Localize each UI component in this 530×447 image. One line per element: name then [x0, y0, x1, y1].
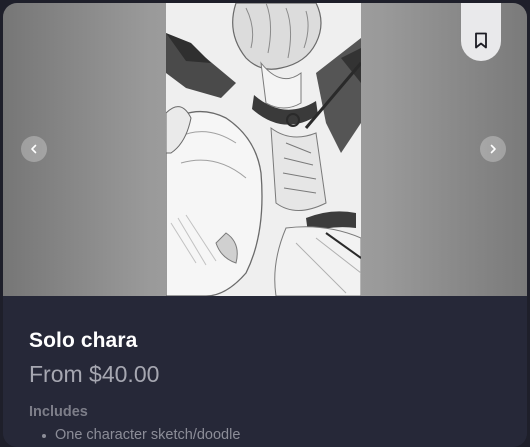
listing-card[interactable]: Solo chara From $40.00 Includes One char… — [3, 3, 527, 447]
bookmark-button[interactable] — [461, 3, 501, 61]
image-gallery — [3, 3, 527, 296]
sketch-illustration — [166, 3, 361, 296]
chevron-left-icon — [31, 144, 37, 154]
includes-item: One character sketch/doodle — [39, 427, 240, 443]
previous-image-button[interactable] — [21, 136, 47, 162]
artwork-image[interactable] — [166, 3, 361, 296]
listing-info: Solo chara From $40.00 Includes One char… — [3, 296, 527, 447]
listing-title[interactable]: Solo chara — [29, 329, 137, 353]
includes-list: One character sketch/doodle — [39, 427, 240, 443]
next-image-button[interactable] — [480, 136, 506, 162]
bookmark-icon — [475, 32, 487, 49]
listing-price: From $40.00 — [29, 361, 160, 387]
includes-heading: Includes — [29, 404, 88, 420]
chevron-right-icon — [490, 144, 496, 154]
